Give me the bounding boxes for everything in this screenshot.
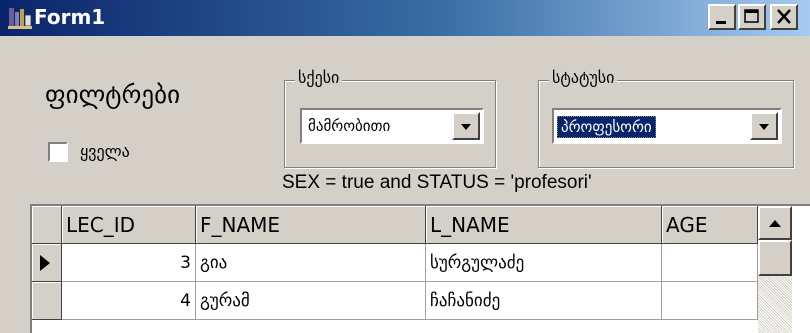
form-window: Form1 ფილტრები ყველა სქესი მამრობითი სტა… <box>0 0 810 333</box>
row-header[interactable] <box>32 244 62 282</box>
filters-heading: ფილტრები <box>45 80 181 109</box>
chevron-down-icon <box>759 124 769 130</box>
table-cell[interactable] <box>662 244 758 282</box>
sex-dropdown-button[interactable] <box>452 112 480 140</box>
status-group-title: სტატუსი <box>549 68 618 87</box>
status-combobox-value: პროფესორი <box>557 116 656 138</box>
title-bar[interactable]: Form1 <box>0 0 810 36</box>
row-pointer-icon <box>40 255 50 271</box>
all-checkbox[interactable] <box>48 142 68 162</box>
sex-combobox-value: მამრობითი <box>308 117 391 135</box>
column-header[interactable]: L_NAME <box>426 206 662 244</box>
table-cell[interactable] <box>662 282 758 320</box>
table-cell[interactable]: სურგულაძე <box>426 244 662 282</box>
maximize-icon <box>744 9 759 23</box>
chevron-down-icon <box>461 124 471 130</box>
vertical-scrollbar[interactable] <box>758 206 792 333</box>
row-header[interactable] <box>32 282 62 320</box>
app-icon[interactable] <box>8 6 32 30</box>
grid-corner <box>32 206 62 244</box>
table-cell[interactable]: გია <box>196 244 426 282</box>
window-title: Form1 <box>34 5 106 29</box>
status-combobox[interactable]: პროფესორი <box>552 108 782 144</box>
scroll-up-button[interactable] <box>758 206 792 240</box>
close-icon <box>777 9 791 24</box>
table-cell[interactable]: 4 <box>62 282 196 320</box>
table-cell[interactable]: გურამ <box>196 282 426 320</box>
table-cell[interactable]: 3 <box>62 244 196 282</box>
scroll-up-icon <box>769 220 781 227</box>
data-grid[interactable]: LEC_ID F_NAME L_NAME AGE 3 გია სურგულაძე… <box>30 204 810 333</box>
close-button[interactable] <box>770 4 798 30</box>
all-checkbox-label[interactable]: ყველა <box>80 142 130 161</box>
column-header[interactable]: LEC_ID <box>62 206 196 244</box>
maximize-button[interactable] <box>738 4 766 30</box>
minimize-button[interactable] <box>708 4 736 30</box>
table-cell[interactable]: ჩაჩანიძე <box>426 282 662 320</box>
minimize-icon <box>716 21 726 24</box>
sex-combobox[interactable]: მამრობითი <box>300 108 484 144</box>
filter-expression: SEX = true and STATUS = 'profesori' <box>282 172 592 193</box>
sex-group-title: სქესი <box>295 68 343 87</box>
scroll-thumb[interactable] <box>758 240 792 276</box>
status-dropdown-button[interactable] <box>750 112 778 140</box>
column-header[interactable]: F_NAME <box>196 206 426 244</box>
column-header[interactable]: AGE <box>662 206 758 244</box>
